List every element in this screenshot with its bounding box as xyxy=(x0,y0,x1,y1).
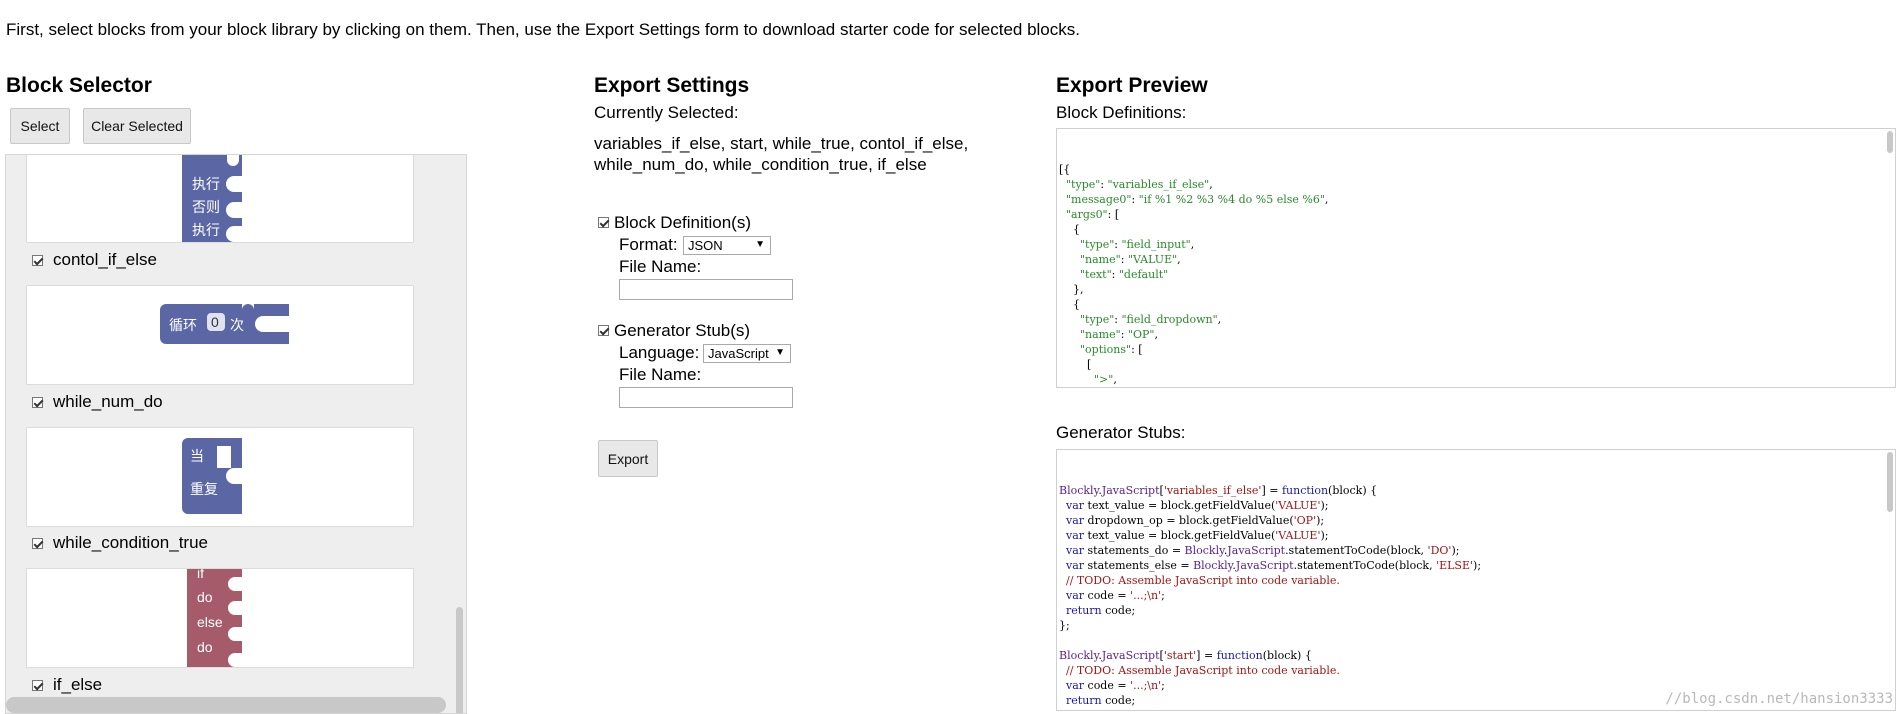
while-num-do-name: while_num_do xyxy=(53,392,163,411)
generator-stubs-label: Generator Stub(s) xyxy=(614,321,751,340)
block-definitions-checkbox[interactable] xyxy=(598,217,609,228)
contol-if-else-label-2: 否则 xyxy=(192,200,220,216)
clear-selected-button[interactable]: Clear Selected xyxy=(83,108,191,144)
block-preview-if-else[interactable]: if do else do xyxy=(26,568,414,668)
block-selector-panel[interactable]: 执行 否则 执行 contol_if_else 循环 0 次 while_num… xyxy=(5,154,467,714)
select-button[interactable]: Select xyxy=(10,108,70,144)
contol-if-else-name: contol_if_else xyxy=(53,250,157,269)
format-select-value: JSON xyxy=(688,238,723,253)
block-row-while-num-do[interactable]: while_num_do xyxy=(32,392,163,412)
format-select[interactable]: JSON ▼ xyxy=(683,236,771,255)
while-num-do-label-1: 循环 xyxy=(169,318,197,334)
block-preview-while-num-do[interactable]: 循环 0 次 xyxy=(26,285,414,385)
block-preview-contol-if-else[interactable]: 执行 否则 执行 xyxy=(26,155,414,243)
contol-if-else-label-3: 执行 xyxy=(192,223,220,239)
if-else-label-1: if xyxy=(197,568,204,581)
if-else-name: if_else xyxy=(53,675,103,694)
while-condition-true-label-2: 重复 xyxy=(190,482,218,498)
block-definitions-preview-label: Block Definitions: xyxy=(1056,103,1187,122)
if-else-label-4: do xyxy=(197,639,213,655)
while-num-do-label-2: 次 xyxy=(230,318,244,334)
generator-file-name-label: File Name: xyxy=(619,365,702,384)
generator-stubs-checkbox[interactable] xyxy=(598,325,609,336)
language-select-value: JavaScript xyxy=(708,346,769,361)
contol-if-else-block-shape xyxy=(182,155,242,242)
while-condition-true-block-shape xyxy=(182,438,242,514)
generator-stubs-code[interactable]: Blockly.JavaScript['variables_if_else'] … xyxy=(1056,449,1896,711)
block-selector-title: Block Selector xyxy=(6,74,152,97)
watermark: //blog.csdn.net/hansion3333 xyxy=(1665,691,1893,707)
block-row-while-condition-true[interactable]: while_condition_true xyxy=(32,533,208,553)
block-definitions-label: Block Definition(s) xyxy=(614,213,751,232)
intro-text: First, select blocks from your block lib… xyxy=(6,20,1080,39)
block-definitions-scrollbar[interactable] xyxy=(1887,131,1893,153)
block-preview-while-condition-true[interactable]: 当 重复 xyxy=(26,427,414,527)
block-row-if-else[interactable]: if_else xyxy=(32,675,102,695)
generator-stubs-preview-label: Generator Stubs: xyxy=(1056,423,1186,442)
format-dropdown-arrow-icon: ▼ xyxy=(755,239,765,250)
if-else-label-2: do xyxy=(197,589,213,605)
currently-selected-label: Currently Selected: xyxy=(594,103,739,122)
contol-if-else-label-1: 执行 xyxy=(192,177,220,193)
if-else-checkbox[interactable] xyxy=(32,679,43,691)
language-label: Language: xyxy=(619,343,700,362)
export-preview-title: Export Preview xyxy=(1056,74,1208,97)
block-def-file-name-input[interactable] xyxy=(619,279,793,300)
while-condition-true-label-1: 当 xyxy=(190,449,204,465)
contol-if-else-checkbox[interactable] xyxy=(32,254,43,266)
block-row-contol-if-else[interactable]: contol_if_else xyxy=(32,250,157,270)
language-select[interactable]: JavaScript ▼ xyxy=(703,344,791,363)
block-definitions-code[interactable]: [{ "type": "variables_if_else", "message… xyxy=(1056,128,1896,388)
currently-selected-line-2: while_num_do, while_condition_true, if_e… xyxy=(594,155,927,174)
export-button[interactable]: Export xyxy=(598,440,658,477)
format-label: Format: xyxy=(619,235,678,254)
while-condition-true-checkbox[interactable] xyxy=(32,537,43,549)
block-def-file-name-label: File Name: xyxy=(619,257,702,276)
block-selector-horizontal-scrollbar[interactable] xyxy=(6,697,446,713)
while-num-do-checkbox[interactable] xyxy=(32,396,43,408)
if-else-label-3: else xyxy=(197,614,223,630)
while-condition-true-name: while_condition_true xyxy=(53,533,208,552)
generator-stubs-scrollbar[interactable] xyxy=(1887,452,1893,512)
export-settings-title: Export Settings xyxy=(594,74,750,97)
language-dropdown-arrow-icon: ▼ xyxy=(775,347,785,358)
currently-selected-line-1: variables_if_else, start, while_true, co… xyxy=(594,134,969,153)
while-num-do-number: 0 xyxy=(211,314,219,330)
block-selector-scroll-thumb[interactable] xyxy=(456,607,463,713)
while-num-do-block-shape xyxy=(160,304,289,344)
generator-file-name-input[interactable] xyxy=(619,387,793,408)
block-selector-scrollbar[interactable] xyxy=(452,155,466,713)
